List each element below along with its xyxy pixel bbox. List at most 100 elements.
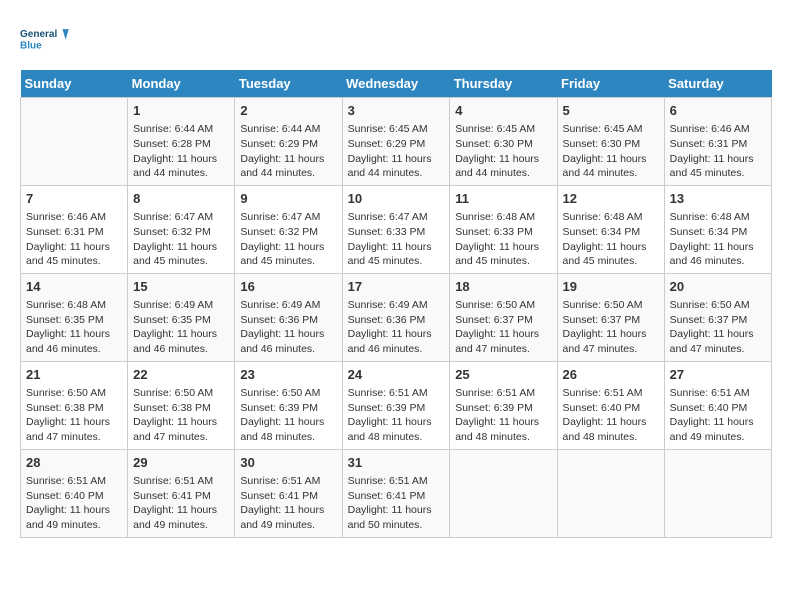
day-info: Sunrise: 6:51 AMSunset: 6:39 PMDaylight:… — [455, 386, 551, 445]
calendar-header-row: SundayMondayTuesdayWednesdayThursdayFrid… — [21, 70, 772, 98]
calendar-table: SundayMondayTuesdayWednesdayThursdayFrid… — [20, 70, 772, 538]
day-info: Sunrise: 6:47 AMSunset: 6:33 PMDaylight:… — [348, 210, 445, 269]
day-info: Sunrise: 6:47 AMSunset: 6:32 PMDaylight:… — [240, 210, 336, 269]
calendar-cell: 31Sunrise: 6:51 AMSunset: 6:41 PMDayligh… — [342, 449, 450, 537]
week-row-1: 7 Sunrise: 6:46 AMSunset: 6:31 PMDaylight… — [21, 185, 772, 273]
day-number: 4 — [455, 102, 551, 120]
svg-text:Blue: Blue — [20, 40, 42, 51]
day-number: 24 — [348, 366, 445, 384]
calendar-cell — [21, 98, 128, 186]
day-info: Sunrise: 6:51 AMSunset: 6:41 PMDaylight:… — [133, 474, 229, 533]
day-number: 6 — [670, 102, 766, 120]
calendar-cell: 6 Sunrise: 6:46 AMSunset: 6:31 PMDaylight… — [664, 98, 771, 186]
day-number: 22 — [133, 366, 229, 384]
calendar-cell: 10 Sunrise: 6:47 AMSunset: 6:33 PMDayligh… — [342, 185, 450, 273]
week-row-3: 21 Sunrise: 6:50 AMSunset: 6:38 PMDayligh… — [21, 361, 772, 449]
calendar-cell: 19 Sunrise: 6:50 AMSunset: 6:37 PMDayligh… — [557, 273, 664, 361]
calendar-cell — [664, 449, 771, 537]
calendar-cell: 29 Sunrise: 6:51 AMSunset: 6:41 PMDayligh… — [128, 449, 235, 537]
page-header: General Blue — [20, 20, 772, 60]
day-number: 23 — [240, 366, 336, 384]
day-number: 26 — [563, 366, 659, 384]
day-info: Sunrise: 6:48 AMSunset: 6:34 PMDaylight:… — [563, 210, 659, 269]
day-number: 18 — [455, 278, 551, 296]
calendar-cell: 27Sunrise: 6:51 AMSunset: 6:40 PMDayligh… — [664, 361, 771, 449]
calendar-cell — [557, 449, 664, 537]
day-info: Sunrise: 6:50 AMSunset: 6:37 PMDaylight:… — [563, 298, 659, 357]
calendar-cell: 12 Sunrise: 6:48 AMSunset: 6:34 PMDayligh… — [557, 185, 664, 273]
logo-svg: General Blue — [20, 20, 70, 60]
day-number: 21 — [26, 366, 122, 384]
day-info: Sunrise: 6:51 AMSunset: 6:40 PMDaylight:… — [670, 386, 766, 445]
day-info: Sunrise: 6:44 AMSunset: 6:29 PMDaylight:… — [240, 122, 336, 181]
calendar-cell: 13Sunrise: 6:48 AMSunset: 6:34 PMDayligh… — [664, 185, 771, 273]
day-number: 14 — [26, 278, 122, 296]
week-row-4: 28 Sunrise: 6:51 AMSunset: 6:40 PMDayligh… — [21, 449, 772, 537]
calendar-cell: 4 Sunrise: 6:45 AMSunset: 6:30 PMDaylight… — [450, 98, 557, 186]
calendar-cell: 26 Sunrise: 6:51 AMSunset: 6:40 PMDayligh… — [557, 361, 664, 449]
day-number: 3 — [348, 102, 445, 120]
calendar-cell: 7 Sunrise: 6:46 AMSunset: 6:31 PMDaylight… — [21, 185, 128, 273]
week-row-2: 14Sunrise: 6:48 AMSunset: 6:35 PMDayligh… — [21, 273, 772, 361]
day-number: 16 — [240, 278, 336, 296]
calendar-cell: 1 Sunrise: 6:44 AMSunset: 6:28 PMDaylight… — [128, 98, 235, 186]
day-info: Sunrise: 6:51 AMSunset: 6:40 PMDaylight:… — [563, 386, 659, 445]
calendar-cell: 23 Sunrise: 6:50 AMSunset: 6:39 PMDayligh… — [235, 361, 342, 449]
day-info: Sunrise: 6:48 AMSunset: 6:33 PMDaylight:… — [455, 210, 551, 269]
day-number: 29 — [133, 454, 229, 472]
day-number: 1 — [133, 102, 229, 120]
calendar-cell: 3Sunrise: 6:45 AMSunset: 6:29 PMDaylight… — [342, 98, 450, 186]
day-info: Sunrise: 6:45 AMSunset: 6:30 PMDaylight:… — [563, 122, 659, 181]
day-info: Sunrise: 6:50 AMSunset: 6:39 PMDaylight:… — [240, 386, 336, 445]
day-header-saturday: Saturday — [664, 70, 771, 98]
calendar-cell: 24 Sunrise: 6:51 AMSunset: 6:39 PMDayligh… — [342, 361, 450, 449]
calendar-cell: 30 Sunrise: 6:51 AMSunset: 6:41 PMDayligh… — [235, 449, 342, 537]
day-number: 9 — [240, 190, 336, 208]
day-number: 28 — [26, 454, 122, 472]
day-number: 7 — [26, 190, 122, 208]
calendar-cell: 28 Sunrise: 6:51 AMSunset: 6:40 PMDayligh… — [21, 449, 128, 537]
day-number: 30 — [240, 454, 336, 472]
day-info: Sunrise: 6:50 AMSunset: 6:37 PMDaylight:… — [670, 298, 766, 357]
day-info: Sunrise: 6:49 AMSunset: 6:36 PMDaylight:… — [240, 298, 336, 357]
day-info: Sunrise: 6:46 AMSunset: 6:31 PMDaylight:… — [26, 210, 122, 269]
day-number: 10 — [348, 190, 445, 208]
calendar-cell: 15 Sunrise: 6:49 AMSunset: 6:35 PMDayligh… — [128, 273, 235, 361]
day-info: Sunrise: 6:45 AMSunset: 6:30 PMDaylight:… — [455, 122, 551, 181]
day-number: 12 — [563, 190, 659, 208]
day-number: 19 — [563, 278, 659, 296]
day-info: Sunrise: 6:51 AMSunset: 6:39 PMDaylight:… — [348, 386, 445, 445]
day-info: Sunrise: 6:51 AMSunset: 6:40 PMDaylight:… — [26, 474, 122, 533]
day-number: 8 — [133, 190, 229, 208]
day-header-thursday: Thursday — [450, 70, 557, 98]
calendar-cell: 9 Sunrise: 6:47 AMSunset: 6:32 PMDaylight… — [235, 185, 342, 273]
calendar-cell: 11 Sunrise: 6:48 AMSunset: 6:33 PMDayligh… — [450, 185, 557, 273]
day-info: Sunrise: 6:51 AMSunset: 6:41 PMDaylight:… — [240, 474, 336, 533]
calendar-cell: 2 Sunrise: 6:44 AMSunset: 6:29 PMDaylight… — [235, 98, 342, 186]
day-header-friday: Friday — [557, 70, 664, 98]
day-info: Sunrise: 6:46 AMSunset: 6:31 PMDaylight:… — [670, 122, 766, 181]
day-info: Sunrise: 6:50 AMSunset: 6:37 PMDaylight:… — [455, 298, 551, 357]
svg-text:General: General — [20, 29, 57, 40]
day-info: Sunrise: 6:48 AMSunset: 6:34 PMDaylight:… — [670, 210, 766, 269]
day-info: Sunrise: 6:49 AMSunset: 6:36 PMDaylight:… — [348, 298, 445, 357]
day-number: 5 — [563, 102, 659, 120]
day-header-wednesday: Wednesday — [342, 70, 450, 98]
calendar-cell: 20Sunrise: 6:50 AMSunset: 6:37 PMDayligh… — [664, 273, 771, 361]
day-info: Sunrise: 6:49 AMSunset: 6:35 PMDaylight:… — [133, 298, 229, 357]
day-number: 25 — [455, 366, 551, 384]
day-info: Sunrise: 6:44 AMSunset: 6:28 PMDaylight:… — [133, 122, 229, 181]
day-number: 15 — [133, 278, 229, 296]
calendar-cell: 5 Sunrise: 6:45 AMSunset: 6:30 PMDaylight… — [557, 98, 664, 186]
day-info: Sunrise: 6:50 AMSunset: 6:38 PMDaylight:… — [26, 386, 122, 445]
week-row-0: 1 Sunrise: 6:44 AMSunset: 6:28 PMDaylight… — [21, 98, 772, 186]
day-info: Sunrise: 6:51 AMSunset: 6:41 PMDaylight:… — [348, 474, 445, 533]
calendar-cell: 21 Sunrise: 6:50 AMSunset: 6:38 PMDayligh… — [21, 361, 128, 449]
day-number: 11 — [455, 190, 551, 208]
calendar-cell: 14Sunrise: 6:48 AMSunset: 6:35 PMDayligh… — [21, 273, 128, 361]
day-header-sunday: Sunday — [21, 70, 128, 98]
day-number: 2 — [240, 102, 336, 120]
calendar-cell: 22Sunrise: 6:50 AMSunset: 6:38 PMDayligh… — [128, 361, 235, 449]
day-header-monday: Monday — [128, 70, 235, 98]
calendar-cell: 8Sunrise: 6:47 AMSunset: 6:32 PMDaylight… — [128, 185, 235, 273]
